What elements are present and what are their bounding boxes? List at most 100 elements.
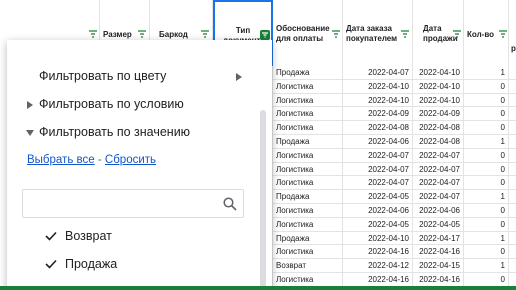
table-cell-qty[interactable]: 0 <box>464 79 509 94</box>
select-all-link[interactable]: Выбрать все <box>27 154 95 166</box>
table-cell-order[interactable]: 2022-04-09 <box>343 107 413 122</box>
table-cell[interactable] <box>509 107 516 121</box>
panel-scrollbar[interactable] <box>260 110 266 290</box>
table-cell-sale[interactable]: 2022-04-07 <box>413 148 464 163</box>
table-cell-reason[interactable]: Возврат <box>273 259 343 273</box>
table-cell-reason[interactable]: Логистика <box>273 148 343 163</box>
table-cell-sale[interactable]: 2022-04-17 <box>413 231 464 246</box>
table-cell-sale[interactable]: 2022-04-10 <box>413 66 464 80</box>
caret-down-icon[interactable] <box>26 130 34 136</box>
checkmark-icon[interactable] <box>45 259 57 269</box>
table-cell-order[interactable]: 2022-04-07 <box>343 176 413 191</box>
table-cell[interactable] <box>509 66 516 80</box>
table-cell[interactable] <box>509 80 516 94</box>
table-cell[interactable] <box>509 190 516 204</box>
filter-by-value-item[interactable]: Фильтровать по значению <box>39 125 190 139</box>
table-cell-reason[interactable]: Логистика <box>273 204 343 218</box>
table-cell-order[interactable]: 2022-04-05 <box>343 190 413 204</box>
column-header-sale-date[interactable]: Дата продажи <box>413 0 464 66</box>
value-item-sale[interactable]: Продажа <box>45 257 117 271</box>
table-cell-sale[interactable]: 2022-04-16 <box>413 273 464 287</box>
table-cell-qty[interactable]: 1 <box>464 259 509 273</box>
column-header-reason[interactable]: Обоснование для оплаты <box>273 0 343 66</box>
filter-by-color-item[interactable]: Фильтровать по цвету <box>39 69 166 83</box>
table-cell-qty[interactable]: 0 <box>464 217 509 232</box>
value-item-return[interactable]: Возврат <box>45 229 112 243</box>
table-cell-sale[interactable]: 2022-04-15 <box>413 259 464 273</box>
table-cell-sale[interactable]: 2022-04-05 <box>413 217 464 232</box>
table-cell[interactable] <box>509 176 516 190</box>
column-header-qty[interactable]: Кол-во <box>464 0 509 66</box>
table-cell-order[interactable]: 2022-04-06 <box>343 204 413 218</box>
table-cell-reason[interactable]: Логистика <box>273 93 343 108</box>
table-cell-order[interactable]: 2022-04-07 <box>343 66 413 80</box>
table-cell-qty[interactable]: 1 <box>464 135 509 149</box>
table-cell[interactable] <box>509 218 516 232</box>
table-cell-reason[interactable]: Логистика <box>273 273 343 287</box>
table-cell-qty[interactable]: 0 <box>464 93 509 108</box>
table-cell-sale[interactable]: 2022-04-08 <box>413 135 464 149</box>
table-cell-reason[interactable]: Продажа <box>273 231 343 246</box>
table-cell-order[interactable]: 2022-04-12 <box>343 259 413 273</box>
table-cell-reason[interactable]: Логистика <box>273 217 343 232</box>
table-cell-reason[interactable]: Логистика <box>273 162 343 177</box>
filter-icon[interactable] <box>88 29 98 39</box>
table-cell[interactable] <box>509 259 516 273</box>
caret-right-icon[interactable] <box>27 101 33 109</box>
table-cell-qty[interactable]: 0 <box>464 148 509 163</box>
table-cell-order[interactable]: 2022-04-10 <box>343 231 413 246</box>
table-cell-sale[interactable]: 2022-04-08 <box>413 121 464 135</box>
table-cell-sale[interactable]: 2022-04-07 <box>413 190 464 204</box>
filter-icon[interactable] <box>137 29 147 39</box>
table-cell-sale[interactable]: 2022-04-10 <box>413 79 464 94</box>
table-cell-sale[interactable]: 2022-04-09 <box>413 107 464 122</box>
table-cell-qty[interactable]: 0 <box>464 245 509 260</box>
table-cell-reason[interactable]: Логистика <box>273 121 343 135</box>
table-cell-reason[interactable]: Логистика <box>273 79 343 94</box>
table-cell[interactable] <box>509 245 516 259</box>
table-cell-reason[interactable]: Продажа <box>273 66 343 80</box>
table-cell[interactable] <box>509 232 516 246</box>
table-cell-order[interactable]: 2022-04-16 <box>343 273 413 287</box>
table-cell-qty[interactable]: 1 <box>464 66 509 80</box>
filter-icon[interactable] <box>400 29 410 39</box>
search-icon[interactable] <box>223 197 237 211</box>
table-cell-sale[interactable]: 2022-04-16 <box>413 245 464 260</box>
table-cell-qty[interactable]: 0 <box>464 162 509 177</box>
table-cell-order[interactable]: 2022-04-07 <box>343 162 413 177</box>
table-cell-qty[interactable]: 0 <box>464 107 509 122</box>
table-cell-qty[interactable]: 0 <box>464 176 509 191</box>
table-cell-order[interactable]: 2022-04-08 <box>343 121 413 135</box>
table-cell[interactable] <box>509 204 516 218</box>
filter-icon[interactable] <box>498 29 508 39</box>
table-cell[interactable] <box>509 273 516 287</box>
table-cell-order[interactable]: 2022-04-10 <box>343 93 413 108</box>
table-cell-reason[interactable]: Логистика <box>273 107 343 122</box>
table-cell-qty[interactable]: 1 <box>464 190 509 204</box>
filter-icon[interactable] <box>200 29 210 39</box>
table-cell[interactable] <box>509 149 516 163</box>
reset-link[interactable]: Сбросить <box>105 154 156 166</box>
filter-icon[interactable] <box>452 29 462 39</box>
value-search-input[interactable] <box>22 189 244 218</box>
filter-by-condition-item[interactable]: Фильтровать по условию <box>39 97 184 111</box>
table-cell-order[interactable]: 2022-04-10 <box>343 79 413 94</box>
table-cell[interactable] <box>509 121 516 135</box>
filter-icon[interactable] <box>331 29 341 39</box>
table-cell-reason[interactable]: Продажа <box>273 135 343 149</box>
column-header-order-date[interactable]: Дата заказа покупателем <box>343 0 413 66</box>
table-cell-qty[interactable]: 1 <box>464 231 509 246</box>
table-cell-sale[interactable]: 2022-04-07 <box>413 176 464 191</box>
table-cell-order[interactable]: 2022-04-07 <box>343 148 413 163</box>
table-cell-qty[interactable]: 0 <box>464 204 509 218</box>
table-cell-qty[interactable]: 0 <box>464 121 509 135</box>
table-cell-qty[interactable]: 0 <box>464 273 509 287</box>
table-cell-reason[interactable]: Продажа <box>273 190 343 204</box>
table-cell-order[interactable]: 2022-04-06 <box>343 135 413 149</box>
table-cell-reason[interactable]: Логистика <box>273 245 343 260</box>
table-cell-sale[interactable]: 2022-04-06 <box>413 204 464 218</box>
table-cell-order[interactable]: 2022-04-16 <box>343 245 413 260</box>
filter-active-icon[interactable] <box>260 30 270 40</box>
table-cell[interactable] <box>509 94 516 108</box>
table-cell-sale[interactable]: 2022-04-07 <box>413 162 464 177</box>
